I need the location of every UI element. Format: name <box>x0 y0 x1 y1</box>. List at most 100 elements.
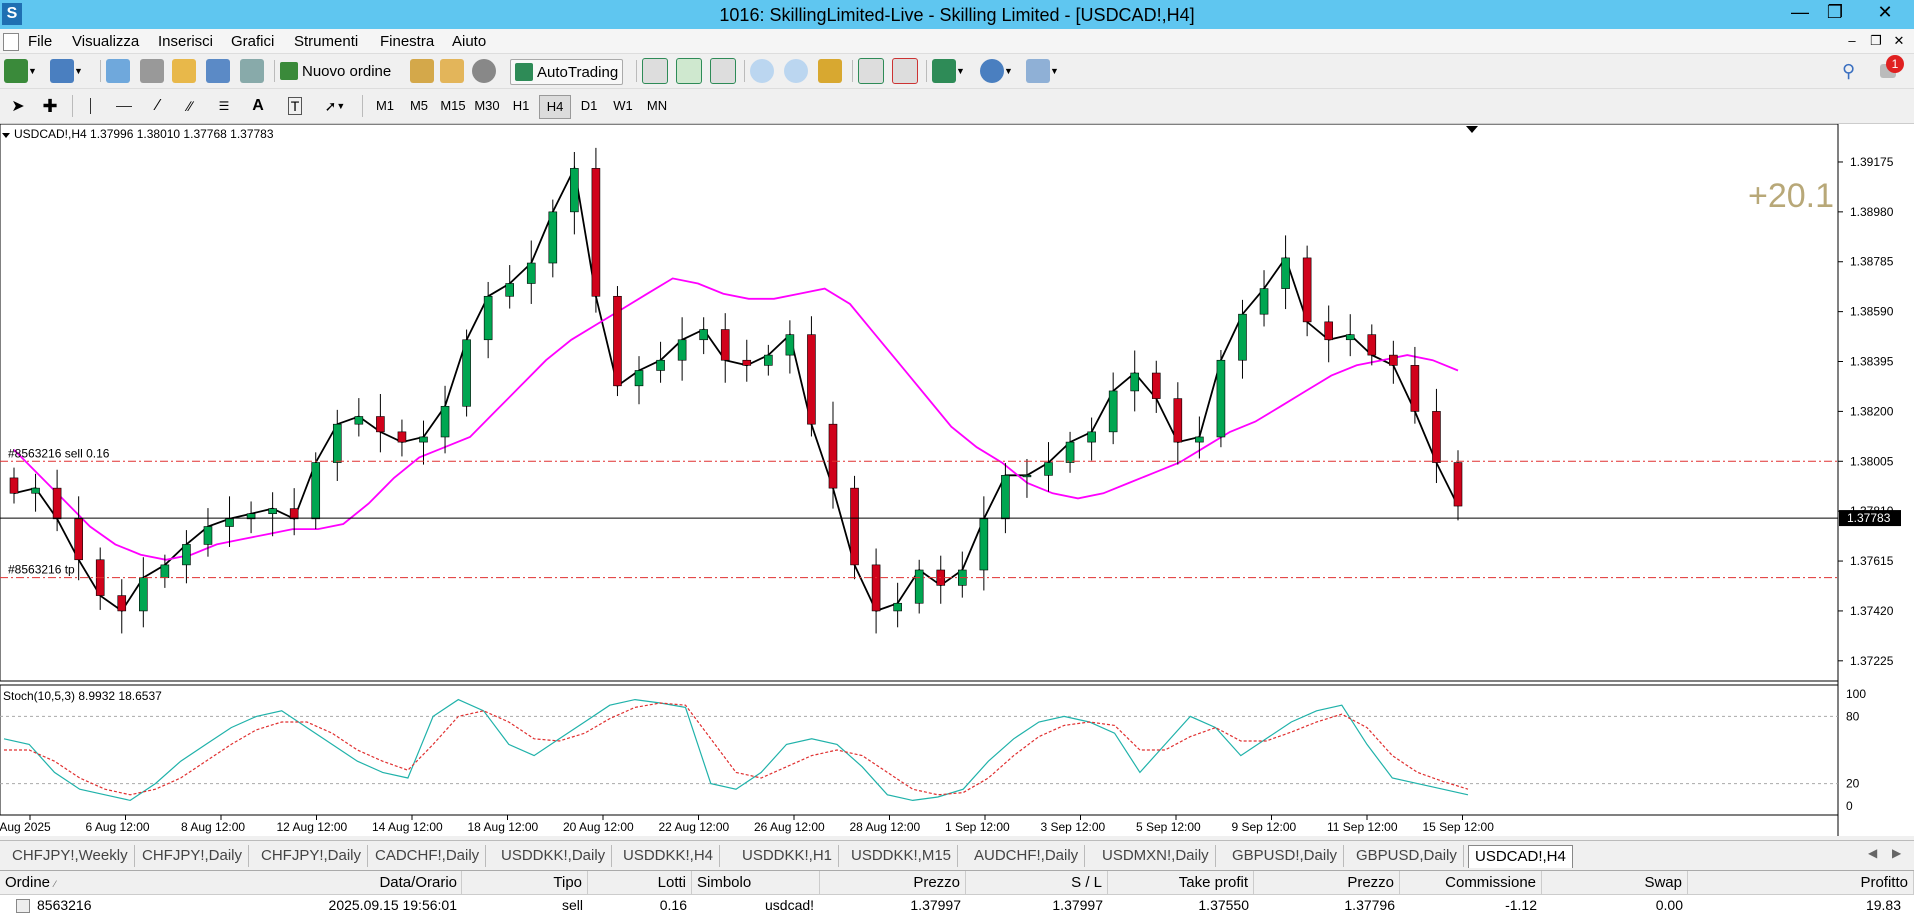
chart-tab[interactable]: USDDKK!,Daily <box>495 845 613 867</box>
market-watch-icon[interactable] <box>106 59 130 83</box>
timeframe-m30[interactable]: M30 <box>472 95 502 117</box>
col-header-prezzo[interactable]: Prezzo <box>820 871 966 895</box>
chart-tab[interactable]: USDMXN!,Daily <box>1096 845 1216 867</box>
col-header-swap[interactable]: Swap <box>1542 871 1688 895</box>
chart-window[interactable]: 1.39175 1.38980 1.38785 1.38590 1.38395 1.382… <box>0 124 1914 836</box>
col-header-commissione[interactable]: Commissione <box>1400 871 1542 895</box>
tile-windows-icon[interactable] <box>818 59 842 83</box>
autotrading-button[interactable]: AutoTrading <box>510 59 624 85</box>
menu-visualizza[interactable]: Visualizza <box>72 33 139 50</box>
signals-icon[interactable] <box>440 59 464 83</box>
col-header-simbolo[interactable]: Simbolo <box>692 871 820 895</box>
zoom-out-icon[interactable] <box>784 59 808 83</box>
chart-tab[interactable]: USDDKK!,H4 <box>617 845 721 867</box>
col-header-sl[interactable]: S / L <box>966 871 1108 895</box>
templates-icon[interactable] <box>1026 59 1050 83</box>
text-tool[interactable]: A <box>248 94 268 118</box>
date-tick-label: 28 Aug 12:00 <box>850 820 921 834</box>
col-header-take-profit[interactable]: Take profit <box>1108 871 1254 895</box>
crosshair-tool[interactable]: ✚ <box>38 94 62 118</box>
menu-finestra[interactable]: Finestra <box>380 33 434 50</box>
menu-grafici[interactable]: Grafici <box>231 33 274 50</box>
menu-aiuto[interactable]: Aiuto <box>452 33 486 50</box>
col-header-data-orario[interactable]: Data/Orario <box>0 871 462 895</box>
tab-scroll-right-icon[interactable]: ▶ <box>1892 846 1901 860</box>
fibonacci-tool[interactable]: ☰ <box>212 94 236 118</box>
chart-tab[interactable]: USDDKK!,H1 <box>736 845 840 867</box>
tab-scroll-left-icon[interactable]: ◀ <box>1868 846 1877 860</box>
data-window-icon[interactable] <box>140 59 164 83</box>
chart-tab[interactable]: USDDKK!,M15 <box>845 845 959 867</box>
meta-editor-icon[interactable] <box>410 59 434 83</box>
menu-inserisci[interactable]: Inserisci <box>158 33 213 50</box>
auto-scroll-icon[interactable] <box>858 58 884 84</box>
profiles-icon[interactable] <box>50 59 74 83</box>
chart-tab[interactable]: CADCHF!,Daily <box>369 845 487 867</box>
chart-tab-active[interactable]: USDCAD!,H4 <box>1468 845 1573 868</box>
indicators-icon[interactable] <box>932 59 956 83</box>
notifications-button[interactable]: 1 <box>1872 55 1904 83</box>
close-button[interactable]: ✕ <box>1865 0 1905 26</box>
col-header-tipo[interactable]: Tipo <box>462 871 588 895</box>
vertical-line-tool[interactable] <box>80 94 100 118</box>
chart-tab[interactable]: GBPUSD!,Daily <box>1226 845 1345 867</box>
cell-profitto: 19.83 <box>1865 897 1901 913</box>
col-header-profitto[interactable]: Profitto <box>1688 871 1914 895</box>
new-chart-icon[interactable] <box>4 59 28 83</box>
stoch-label: Stoch(10,5,3) 8.9932 18.6537 <box>3 689 162 703</box>
cursor-tool[interactable]: ➤ <box>6 94 30 118</box>
vps-icon[interactable] <box>472 59 496 83</box>
candle-body <box>376 416 385 433</box>
mdi-minimize-button[interactable]: – <box>1844 33 1860 49</box>
autotrading-label: AutoTrading <box>537 63 619 81</box>
chart-tab[interactable]: AUDCHF!,Daily <box>968 845 1086 867</box>
menu-strumenti[interactable]: Strumenti <box>294 33 358 50</box>
periods-icon[interactable] <box>980 59 1004 83</box>
timeframe-m15[interactable]: M15 <box>438 95 468 117</box>
timeframe-h4[interactable]: H4 <box>539 95 571 119</box>
chart-tab[interactable]: GBPUSD,Daily <box>1350 845 1464 867</box>
candle-body <box>397 431 407 443</box>
timeframe-m1[interactable]: M1 <box>370 95 400 117</box>
cell-prezzo-current: 1.37796 <box>1344 897 1395 913</box>
sell-line-label: #8563216 sell 0.16 <box>8 446 110 460</box>
timeframe-h1[interactable]: H1 <box>506 95 536 117</box>
timeframe-m5[interactable]: M5 <box>404 95 434 117</box>
restore-button[interactable]: ❐ <box>1815 0 1855 26</box>
search-icon[interactable]: ⚲ <box>1842 61 1855 82</box>
chart-tab[interactable]: CHFJPY!,Weekly <box>6 845 135 867</box>
minimize-button[interactable]: — <box>1780 0 1820 26</box>
mdi-close-button[interactable]: ✕ <box>1891 33 1907 49</box>
horizontal-line-tool[interactable] <box>112 94 136 118</box>
mdi-restore-button[interactable]: ❐ <box>1868 33 1884 49</box>
text-label-tool[interactable]: T <box>284 94 306 118</box>
chart-tab[interactable]: CHFJPY!,Daily <box>136 845 250 867</box>
terminal-icon[interactable] <box>206 59 230 83</box>
col-header-prezzo-current[interactable]: Prezzo <box>1254 871 1400 895</box>
zoom-in-icon[interactable] <box>750 59 774 83</box>
price-chart-canvas[interactable]: 1.39175 1.38980 1.38785 1.38590 1.38395 1.382… <box>0 124 1914 836</box>
chart-tab[interactable]: CHFJPY!,Daily <box>255 845 369 867</box>
chart-header: USDCAD!,H4 1.37996 1.38010 1.37768 1.377… <box>14 127 274 141</box>
trendline-tool[interactable]: ∕ <box>146 94 170 118</box>
candlestick-icon[interactable] <box>676 58 702 84</box>
timeframe-mn[interactable]: MN <box>642 95 672 117</box>
bar-chart-icon[interactable] <box>642 58 668 84</box>
cell-commissione: -1.12 <box>1505 897 1537 913</box>
arrows-tool[interactable]: ➚ ▼ <box>318 94 352 118</box>
new-order-button[interactable]: Nuovo ordine <box>280 59 391 83</box>
vertical-line-icon <box>89 98 91 114</box>
channel-tool[interactable]: ∕∕ <box>178 94 202 118</box>
timeframe-d1[interactable]: D1 <box>574 95 604 117</box>
candle-body <box>31 487 40 494</box>
col-header-lotti[interactable]: Lotti <box>588 871 692 895</box>
candle-body <box>483 295 493 341</box>
candle-body <box>117 595 127 612</box>
navigator-icon[interactable] <box>172 59 196 83</box>
chart-shift-icon[interactable] <box>892 58 918 84</box>
menu-file[interactable]: File <box>28 33 52 50</box>
candle-body <box>462 339 471 407</box>
timeframe-w1[interactable]: W1 <box>608 95 638 117</box>
line-chart-icon[interactable] <box>710 58 736 84</box>
strategy-tester-icon[interactable] <box>240 59 264 83</box>
